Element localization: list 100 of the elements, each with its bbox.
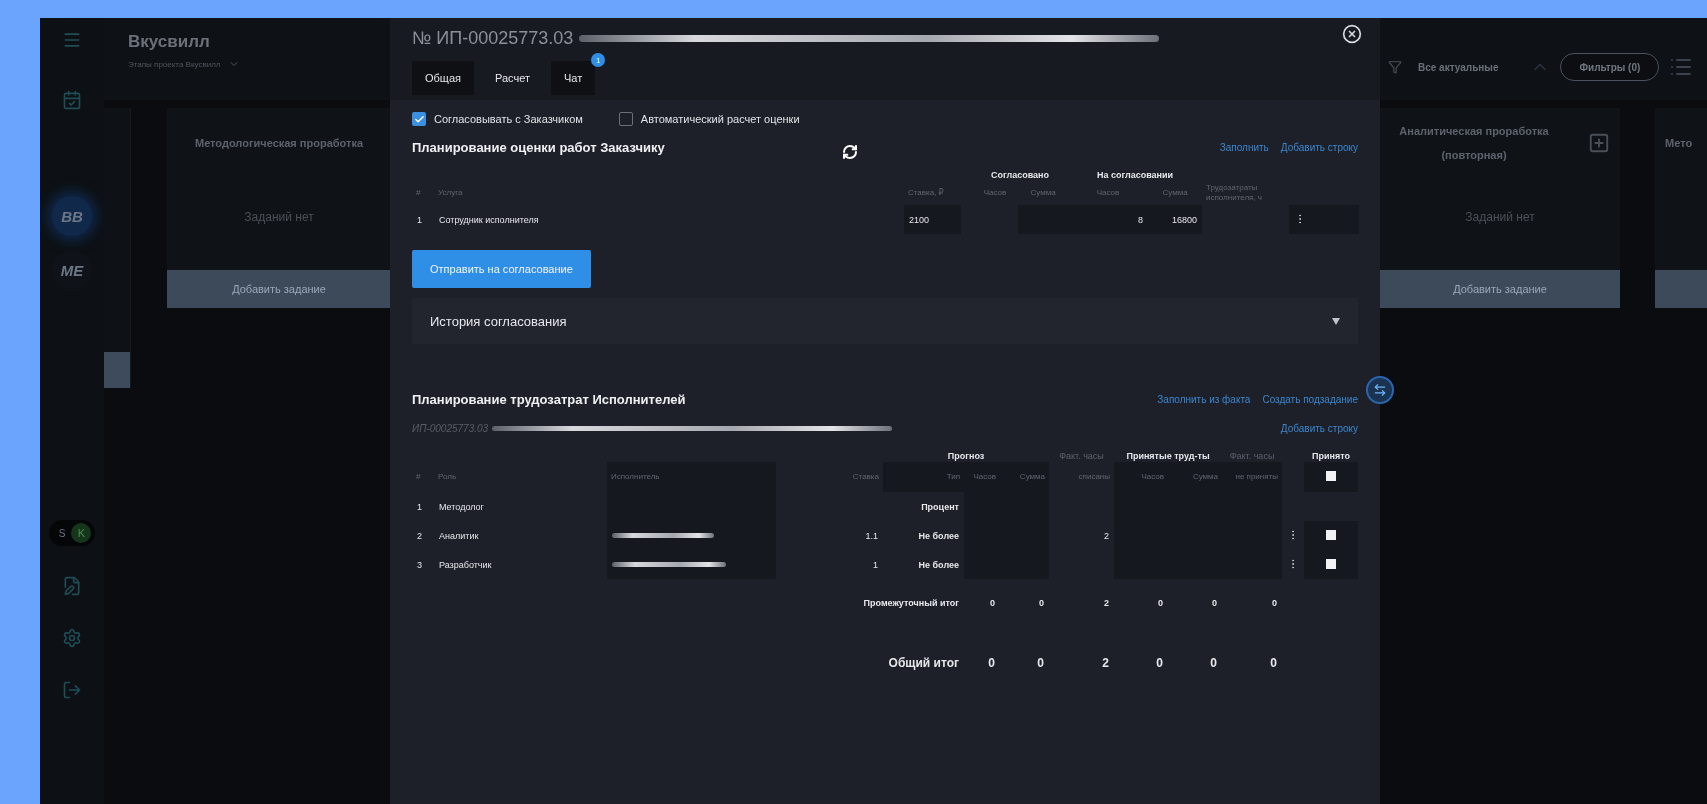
project-title: Вкусвилл [128, 32, 211, 52]
empty-text: Заданий нет [1464, 209, 1536, 226]
filters-button[interactable]: Фильтры (0) [1560, 53, 1660, 81]
refresh-icon [842, 144, 858, 160]
column-header: Часов [1114, 462, 1168, 492]
status-pill[interactable]: S K [48, 520, 96, 546]
column-header: Часов [1068, 181, 1148, 205]
calendar-icon[interactable] [62, 90, 82, 110]
table-cell: Не более [883, 550, 964, 579]
action-link[interactable]: Заполнить из факта [1157, 394, 1251, 405]
checkbox[interactable] [618, 112, 633, 126]
column-header: Роль [434, 462, 607, 492]
total-value: 0 [1269, 655, 1278, 672]
column-header: Сумма [1018, 181, 1068, 205]
history-accordion[interactable]: История согласования [412, 298, 1358, 344]
triangle-down-icon [1332, 317, 1340, 325]
table-cell: Аналитик [434, 521, 607, 550]
section-title: Планирование оценки работ Заказчику [412, 140, 665, 155]
filter-label[interactable]: Все актуальные [1418, 61, 1499, 73]
table-cell-text: 3 [416, 558, 423, 572]
column-header: Сумма [1168, 462, 1222, 492]
action-link[interactable]: Добавить строку [1280, 142, 1358, 153]
total-value: 0 [1155, 655, 1164, 672]
swap-arrows-button[interactable] [1366, 376, 1394, 404]
total-value: 2 [1049, 579, 1114, 616]
send-approval-button[interactable]: Отправить на согласование [412, 250, 591, 288]
total-value: 0 [1036, 655, 1045, 672]
column-header: Ставка, ₽ [904, 181, 961, 205]
checkbox-label: Автоматический расчет оценки [640, 113, 800, 125]
column-header: Услуга [434, 181, 904, 205]
table-cell[interactable]: 8 [1068, 205, 1148, 234]
edit-icon[interactable] [62, 576, 82, 596]
action-link[interactable]: Создать подзадание [1262, 394, 1358, 405]
table-cell: Сотрудник исполнителя [434, 205, 904, 234]
column-header: Часов [972, 181, 1018, 205]
checkbox[interactable] [1326, 558, 1336, 569]
total-value: 0 [1209, 655, 1218, 672]
table-cell: Не более [883, 521, 964, 550]
total-value: 0 [987, 655, 996, 672]
column-header: не приняты [1222, 462, 1282, 492]
total-label: Общий итог [887, 655, 960, 672]
table-cell: Разработчик [434, 550, 607, 579]
swap-icon[interactable] [1373, 383, 1387, 397]
project-subtitle[interactable]: Этапы проекта Вкусвилл [128, 59, 221, 69]
column-header: Сумма [1148, 181, 1202, 205]
table-cell-text: 2 [416, 529, 423, 543]
table-cell-text: 1 [416, 213, 423, 227]
column-header: Ставка [776, 462, 883, 492]
total-value: 0 [1222, 579, 1282, 616]
settings-icon[interactable] [62, 628, 82, 648]
column-header: # [415, 187, 422, 199]
total-value: 0 [1114, 579, 1168, 616]
table-cell: 2 [1049, 521, 1114, 550]
user-avatar[interactable]: BB [52, 196, 92, 236]
column-title: Методологическая проработка [195, 136, 363, 151]
column-header: списаны [1049, 462, 1114, 492]
total-value: 0 [1000, 579, 1049, 616]
table-cell[interactable]: 16800 [1148, 205, 1202, 234]
column-header: Тип [883, 462, 964, 492]
table-cell: 1 [776, 550, 883, 579]
total-value: 0 [1168, 579, 1222, 616]
tab[interactable]: Чат [551, 61, 596, 95]
column-header: Сумма [1000, 462, 1049, 492]
tab[interactable]: Общая [412, 61, 474, 95]
table-cell[interactable]: 2100 [904, 205, 961, 234]
empty-text: Заданий нет [243, 209, 315, 226]
user-avatar[interactable]: ME [52, 250, 92, 290]
add-task-button[interactable]: Добавить задание [1380, 270, 1620, 308]
column-group-header: Факт. часы [1049, 450, 1114, 462]
column-group-header: Принято [1304, 450, 1358, 462]
table-cell: Методолог [434, 492, 607, 521]
column-header: Часов [964, 462, 1000, 492]
column-group-header: Согласовано [989, 169, 1051, 181]
filter-icon[interactable] [1388, 60, 1402, 74]
checkbox[interactable] [1326, 471, 1336, 481]
count-badge: 1 [591, 53, 606, 67]
total-value: 0 [964, 579, 1000, 616]
column-group-header: Прогноз [883, 450, 1049, 462]
table-cell: Процент [883, 492, 964, 521]
table-cell: 1.1 [776, 521, 883, 550]
logout-icon[interactable] [62, 680, 82, 700]
checkbox[interactable] [412, 112, 426, 126]
menu-icon[interactable] [62, 30, 82, 50]
add-icon[interactable] [1588, 132, 1610, 154]
column-header: # [415, 471, 422, 483]
total-value: 2 [1101, 655, 1110, 672]
dialog-title: № ИП-00025773.03 [412, 28, 574, 49]
column-title: Мето [1665, 136, 1693, 151]
close-button[interactable] [1342, 24, 1362, 44]
column-group-header: Принятые труд-ты [1114, 450, 1222, 462]
action-link[interactable]: Добавить строку [1280, 423, 1358, 434]
total-label: Промежуточный итог [776, 579, 964, 616]
add-task-button[interactable]: Добавить задание [167, 270, 391, 308]
table-cell-text: 1 [416, 500, 423, 514]
column-title: Аналитическая проработка (повторная) [1398, 124, 1550, 163]
checkbox-label: Согласовывать с Заказчиком [434, 113, 583, 125]
action-link[interactable]: Заполнить [1219, 142, 1269, 153]
section-subtitle: ИП-00025773.03 [412, 423, 489, 434]
checkbox[interactable] [1326, 529, 1336, 540]
column-header: Исполнитель [607, 462, 776, 492]
